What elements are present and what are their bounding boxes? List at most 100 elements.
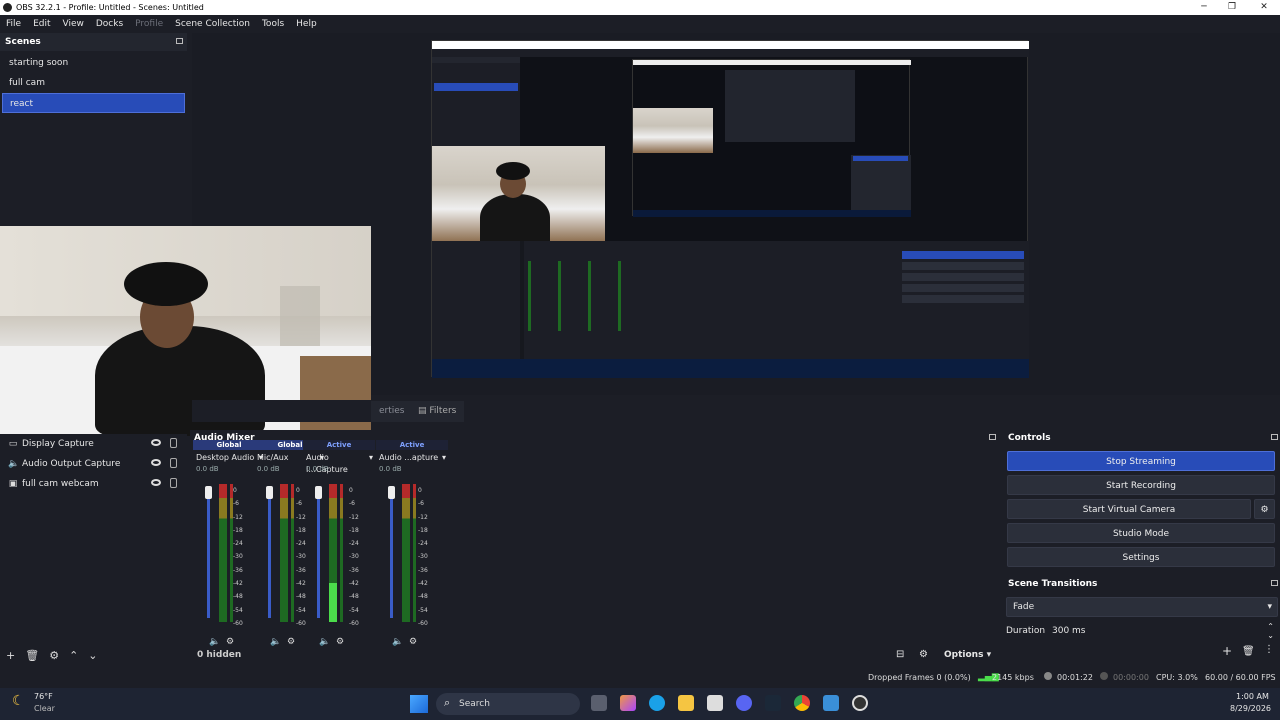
db-tick-label: -30 bbox=[349, 553, 359, 561]
mixer-layout-icon[interactable]: ⊟ bbox=[896, 649, 904, 660]
visibility-eye-icon[interactable] bbox=[151, 479, 161, 486]
remove-source-button[interactable]: 🗑 bbox=[25, 649, 39, 662]
db-tick-label: -12 bbox=[233, 513, 243, 521]
copilot-icon[interactable] bbox=[620, 695, 636, 711]
menu-tools[interactable]: Tools bbox=[256, 19, 290, 29]
windows-start-icon[interactable] bbox=[410, 695, 428, 713]
db-tick-label: 0 bbox=[418, 487, 422, 494]
channel-settings-icon[interactable]: ⚙ bbox=[409, 637, 417, 647]
duration-label: Duration bbox=[1006, 626, 1046, 636]
discord-icon[interactable] bbox=[736, 695, 752, 711]
channel-settings-icon[interactable]: ⚙ bbox=[287, 637, 295, 647]
undock-icon[interactable] bbox=[989, 434, 996, 440]
source-item-display-capture[interactable]: ▭ Display Capture bbox=[0, 434, 187, 454]
steam-icon[interactable] bbox=[765, 695, 781, 711]
mixer-options-button[interactable]: Options ▾ bbox=[944, 650, 991, 660]
undock-icon[interactable] bbox=[1271, 434, 1278, 440]
visibility-eye-icon[interactable] bbox=[151, 439, 161, 446]
chrome-icon[interactable] bbox=[794, 695, 810, 711]
channel-name-dropdown[interactable]: Audio I...Capture ▾ bbox=[303, 452, 375, 474]
tab-properties[interactable]: erties bbox=[371, 401, 413, 422]
volume-slider-handle[interactable] bbox=[205, 486, 212, 499]
channel-db: 0.0 dB bbox=[379, 465, 402, 473]
transition-menu-icon[interactable]: ⋮ bbox=[1264, 644, 1274, 655]
remove-transition-button[interactable]: 🗑 bbox=[1242, 646, 1255, 657]
move-down-button[interactable]: ⌄ bbox=[88, 649, 97, 662]
close-button[interactable]: ✕ bbox=[1250, 0, 1278, 15]
menu-help[interactable]: Help bbox=[290, 19, 323, 29]
lock-icon[interactable] bbox=[170, 458, 177, 468]
mute-speaker-icon[interactable]: 🔈 bbox=[209, 637, 220, 647]
level-meter bbox=[329, 484, 337, 622]
mute-speaker-icon[interactable]: 🔈 bbox=[319, 637, 330, 647]
source-item-full-cam-webcam[interactable]: ▣ full cam webcam bbox=[0, 474, 187, 494]
duration-spinbox[interactable]: 300 ms ⌃ ⌄ bbox=[1048, 621, 1278, 641]
source-item-audio-output-capture[interactable]: 🔈 Audio Output Capture bbox=[0, 454, 187, 474]
volume-slider-handle[interactable] bbox=[266, 486, 273, 499]
virtual-camera-settings-button[interactable]: ⚙ bbox=[1254, 499, 1275, 519]
volume-slider-handle[interactable] bbox=[315, 486, 322, 499]
menu-docks[interactable]: Docks bbox=[90, 19, 129, 29]
visibility-eye-icon[interactable] bbox=[151, 459, 161, 466]
edge-icon[interactable] bbox=[649, 695, 665, 711]
task-view-icon[interactable] bbox=[591, 695, 607, 711]
scene-item-starting-soon[interactable]: starting soon bbox=[2, 53, 185, 73]
lock-icon[interactable] bbox=[170, 478, 177, 488]
channel-name-dropdown[interactable]: Audio ...apture ▾ bbox=[376, 452, 448, 464]
mute-speaker-icon[interactable]: 🔈 bbox=[270, 637, 281, 647]
duration-value: 300 ms bbox=[1052, 626, 1086, 636]
nested-webcam bbox=[432, 146, 605, 246]
tab-filters[interactable]: ▤ Filters bbox=[410, 401, 465, 422]
menu-file[interactable]: File bbox=[0, 19, 27, 29]
obs-app-icon bbox=[3, 3, 12, 12]
menu-profile[interactable]: Profile bbox=[129, 19, 169, 29]
menu-scene-collection[interactable]: Scene Collection bbox=[169, 19, 256, 29]
volume-slider-track[interactable] bbox=[207, 490, 210, 618]
scene-transitions-dock: Scene Transitions Fade ▾ Duration 300 ms… bbox=[1004, 576, 1280, 666]
source-properties-button[interactable]: ⚙ bbox=[49, 649, 59, 662]
menu-bar: File Edit View Docks Profile Scene Colle… bbox=[0, 15, 1280, 32]
db-tick-label: -36 bbox=[418, 566, 428, 574]
fps-readout: 60.00 / 60.00 FPS bbox=[1205, 673, 1276, 682]
menu-view[interactable]: View bbox=[57, 19, 90, 29]
scene-item-full-cam[interactable]: full cam bbox=[2, 73, 185, 93]
channel-settings-icon[interactable]: ⚙ bbox=[336, 637, 344, 647]
photos-icon[interactable] bbox=[823, 695, 839, 711]
file-explorer-icon[interactable] bbox=[678, 695, 694, 711]
store-icon[interactable] bbox=[707, 695, 723, 711]
settings-button[interactable]: Settings bbox=[1007, 547, 1275, 567]
stop-streaming-button[interactable]: Stop Streaming bbox=[1007, 451, 1275, 471]
channel-settings-icon[interactable]: ⚙ bbox=[226, 637, 234, 647]
studio-mode-button[interactable]: Studio Mode bbox=[1007, 523, 1275, 543]
db-tick-label: -48 bbox=[418, 593, 428, 601]
spin-down-icon[interactable]: ⌄ bbox=[1267, 626, 1274, 646]
obs-taskbar-icon[interactable] bbox=[852, 695, 868, 711]
lock-icon[interactable] bbox=[170, 438, 177, 448]
volume-slider-track[interactable] bbox=[317, 490, 320, 618]
mute-speaker-icon[interactable]: 🔈 bbox=[392, 637, 403, 647]
volume-slider-track[interactable] bbox=[390, 490, 393, 618]
volume-slider-track[interactable] bbox=[268, 490, 271, 618]
start-recording-button[interactable]: Start Recording bbox=[1007, 475, 1275, 495]
menu-edit[interactable]: Edit bbox=[27, 19, 56, 29]
transition-type-select[interactable]: Fade ▾ bbox=[1006, 597, 1278, 617]
undock-icon[interactable] bbox=[176, 38, 183, 44]
minimize-button[interactable]: ─ bbox=[1190, 0, 1218, 15]
volume-slider-handle[interactable] bbox=[388, 486, 395, 499]
start-virtual-camera-button[interactable]: Start Virtual Camera bbox=[1007, 499, 1251, 519]
undock-icon[interactable] bbox=[1271, 580, 1278, 586]
add-source-button[interactable]: + bbox=[6, 649, 15, 662]
weather-temp[interactable]: 76°F bbox=[34, 692, 53, 701]
move-up-button[interactable]: ⌃ bbox=[69, 649, 78, 662]
nested-titlebar bbox=[432, 41, 1029, 49]
scene-item-react[interactable]: react bbox=[2, 93, 185, 113]
mixer-channel: Active Audio ...apture ▾ 0.0 dB 0 -6 -12 -18… bbox=[376, 440, 448, 647]
maximize-button[interactable]: ❐ bbox=[1218, 0, 1246, 15]
source-label: Audio Output Capture bbox=[22, 459, 121, 469]
mixer-settings-icon[interactable]: ⚙ bbox=[919, 649, 928, 660]
db-scale: 0 -6 -12 -18 -24 -30 -36 -42 -48 -54 -60 bbox=[233, 484, 243, 630]
db-tick-label: -24 bbox=[418, 540, 428, 548]
add-transition-button[interactable]: + bbox=[1222, 644, 1232, 658]
taskbar-search[interactable]: ⌕ Search bbox=[436, 693, 580, 715]
speaker-icon: 🔈 bbox=[8, 459, 20, 469]
